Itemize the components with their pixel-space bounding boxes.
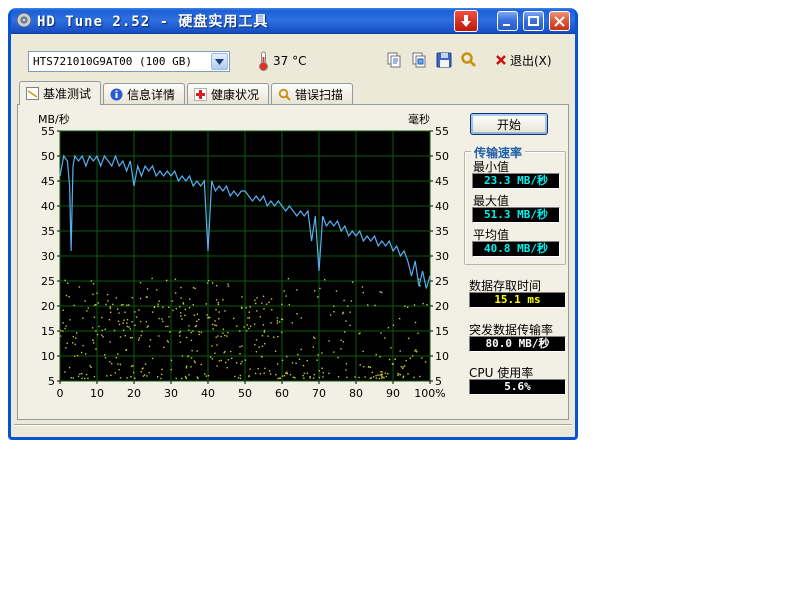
info-icon: [110, 88, 123, 101]
svg-text:20: 20: [41, 300, 55, 313]
svg-text:毫秒: 毫秒: [408, 112, 430, 126]
copy-image-icon: [410, 51, 428, 69]
desktop: HD Tune 2.52 - 硬盘实用工具 HTS721010G9AT00 (1…: [0, 0, 800, 600]
svg-text:50: 50: [41, 150, 55, 163]
svg-text:55: 55: [435, 125, 449, 138]
chevron-down-icon[interactable]: [211, 53, 228, 70]
svg-text:15: 15: [435, 325, 449, 338]
svg-text:35: 35: [435, 225, 449, 238]
min-value-display: 23.3 MB/秒: [472, 173, 560, 189]
client-area: HTS721010G9AT00 (100 GB) 37 °C: [11, 34, 575, 440]
close-button[interactable]: [549, 11, 570, 31]
tab-error-scan[interactable]: 错误扫描: [271, 83, 353, 104]
svg-text:55: 55: [41, 125, 55, 138]
exit-button[interactable]: 退出(X): [493, 49, 554, 71]
tab-health-status[interactable]: 健康状况: [187, 83, 269, 104]
svg-text:20: 20: [435, 300, 449, 313]
tab-benchmark-label: 基准测试: [43, 85, 91, 102]
maximize-icon: [528, 16, 539, 27]
hdtune-window: HD Tune 2.52 - 硬盘实用工具 HTS721010G9AT00 (1…: [8, 8, 578, 440]
drive-select[interactable]: HTS721010G9AT00 (100 GB): [28, 51, 230, 72]
exit-label: 退出(X): [510, 52, 552, 69]
svg-text:90: 90: [386, 387, 400, 400]
burst-rate-display: 80.0 MB/秒: [469, 336, 566, 352]
options-icon: [460, 51, 478, 69]
svg-text:10: 10: [435, 350, 449, 363]
copy-text-icon: [385, 51, 403, 69]
title-bar[interactable]: HD Tune 2.52 - 硬盘实用工具: [11, 8, 575, 34]
minimize-icon: [502, 16, 513, 27]
close-icon: [554, 16, 565, 27]
svg-text:MB/秒: MB/秒: [38, 112, 70, 126]
tab-benchmark[interactable]: 基准测试: [19, 81, 101, 105]
drive-select-value: HTS721010G9AT00 (100 GB): [29, 55, 211, 68]
svg-text:45: 45: [41, 175, 55, 188]
svg-text:50: 50: [238, 387, 252, 400]
svg-text:30: 30: [41, 250, 55, 263]
tab-error-scan-label: 错误扫描: [295, 86, 343, 103]
minimize-button[interactable]: [497, 11, 518, 31]
temperature-value: 37 °C: [273, 54, 306, 68]
svg-text:15: 15: [41, 325, 55, 338]
svg-text:80: 80: [349, 387, 363, 400]
copy-text-button[interactable]: [383, 49, 405, 71]
benchmark-chart: 5510101515202025253030353540404545505055…: [22, 111, 462, 413]
svg-text:40: 40: [201, 387, 215, 400]
svg-text:50: 50: [435, 150, 449, 163]
svg-text:70: 70: [312, 387, 326, 400]
down-arrow-icon: [461, 15, 471, 27]
svg-text:30: 30: [435, 250, 449, 263]
svg-text:5: 5: [48, 375, 55, 388]
svg-text:40: 40: [41, 200, 55, 213]
access-time-display: 15.1 ms: [469, 292, 566, 308]
transfer-rate-group: 传输速率 最小值 23.3 MB/秒 最大值 51.3 MB/秒 平均值 40.…: [464, 151, 566, 265]
maximize-button[interactable]: [523, 11, 544, 31]
svg-text:40: 40: [435, 200, 449, 213]
error-scan-icon: [278, 88, 291, 101]
tab-info-details-label: 信息详情: [127, 86, 175, 103]
benchmark-tab-page: 5510101515202025253030353540404545505055…: [17, 104, 569, 420]
svg-text:35: 35: [41, 225, 55, 238]
svg-text:25: 25: [41, 275, 55, 288]
max-value-display: 51.3 MB/秒: [472, 207, 560, 223]
tab-health-status-label: 健康状况: [211, 86, 259, 103]
svg-text:45: 45: [435, 175, 449, 188]
options-button[interactable]: [458, 49, 480, 71]
svg-text:0: 0: [57, 387, 64, 400]
copy-image-button[interactable]: [408, 49, 430, 71]
avg-value-display: 40.8 MB/秒: [472, 241, 560, 257]
thermometer-icon: [257, 50, 269, 75]
exit-x-icon: [495, 54, 507, 66]
benchmark-icon: [26, 87, 39, 100]
svg-text:10: 10: [41, 350, 55, 363]
start-button[interactable]: 开始: [470, 113, 548, 135]
cpu-usage-display: 5.6%: [469, 379, 566, 395]
app-icon: [16, 12, 32, 31]
health-icon: [194, 88, 207, 101]
tab-info-details[interactable]: 信息详情: [103, 83, 185, 104]
download-arrow-button[interactable]: [454, 10, 478, 32]
svg-text:25: 25: [435, 275, 449, 288]
svg-text:100%: 100%: [414, 387, 445, 400]
svg-text:60: 60: [275, 387, 289, 400]
save-button[interactable]: [433, 49, 455, 71]
svg-text:10: 10: [90, 387, 104, 400]
toolbar-icons: [383, 49, 480, 71]
save-icon: [435, 51, 453, 69]
tab-strip: 基准测试 信息详情 健康状况: [19, 81, 355, 105]
status-bar: [14, 424, 572, 437]
window-title: HD Tune 2.52 - 硬盘实用工具: [37, 11, 449, 31]
svg-text:30: 30: [164, 387, 178, 400]
svg-text:20: 20: [127, 387, 141, 400]
